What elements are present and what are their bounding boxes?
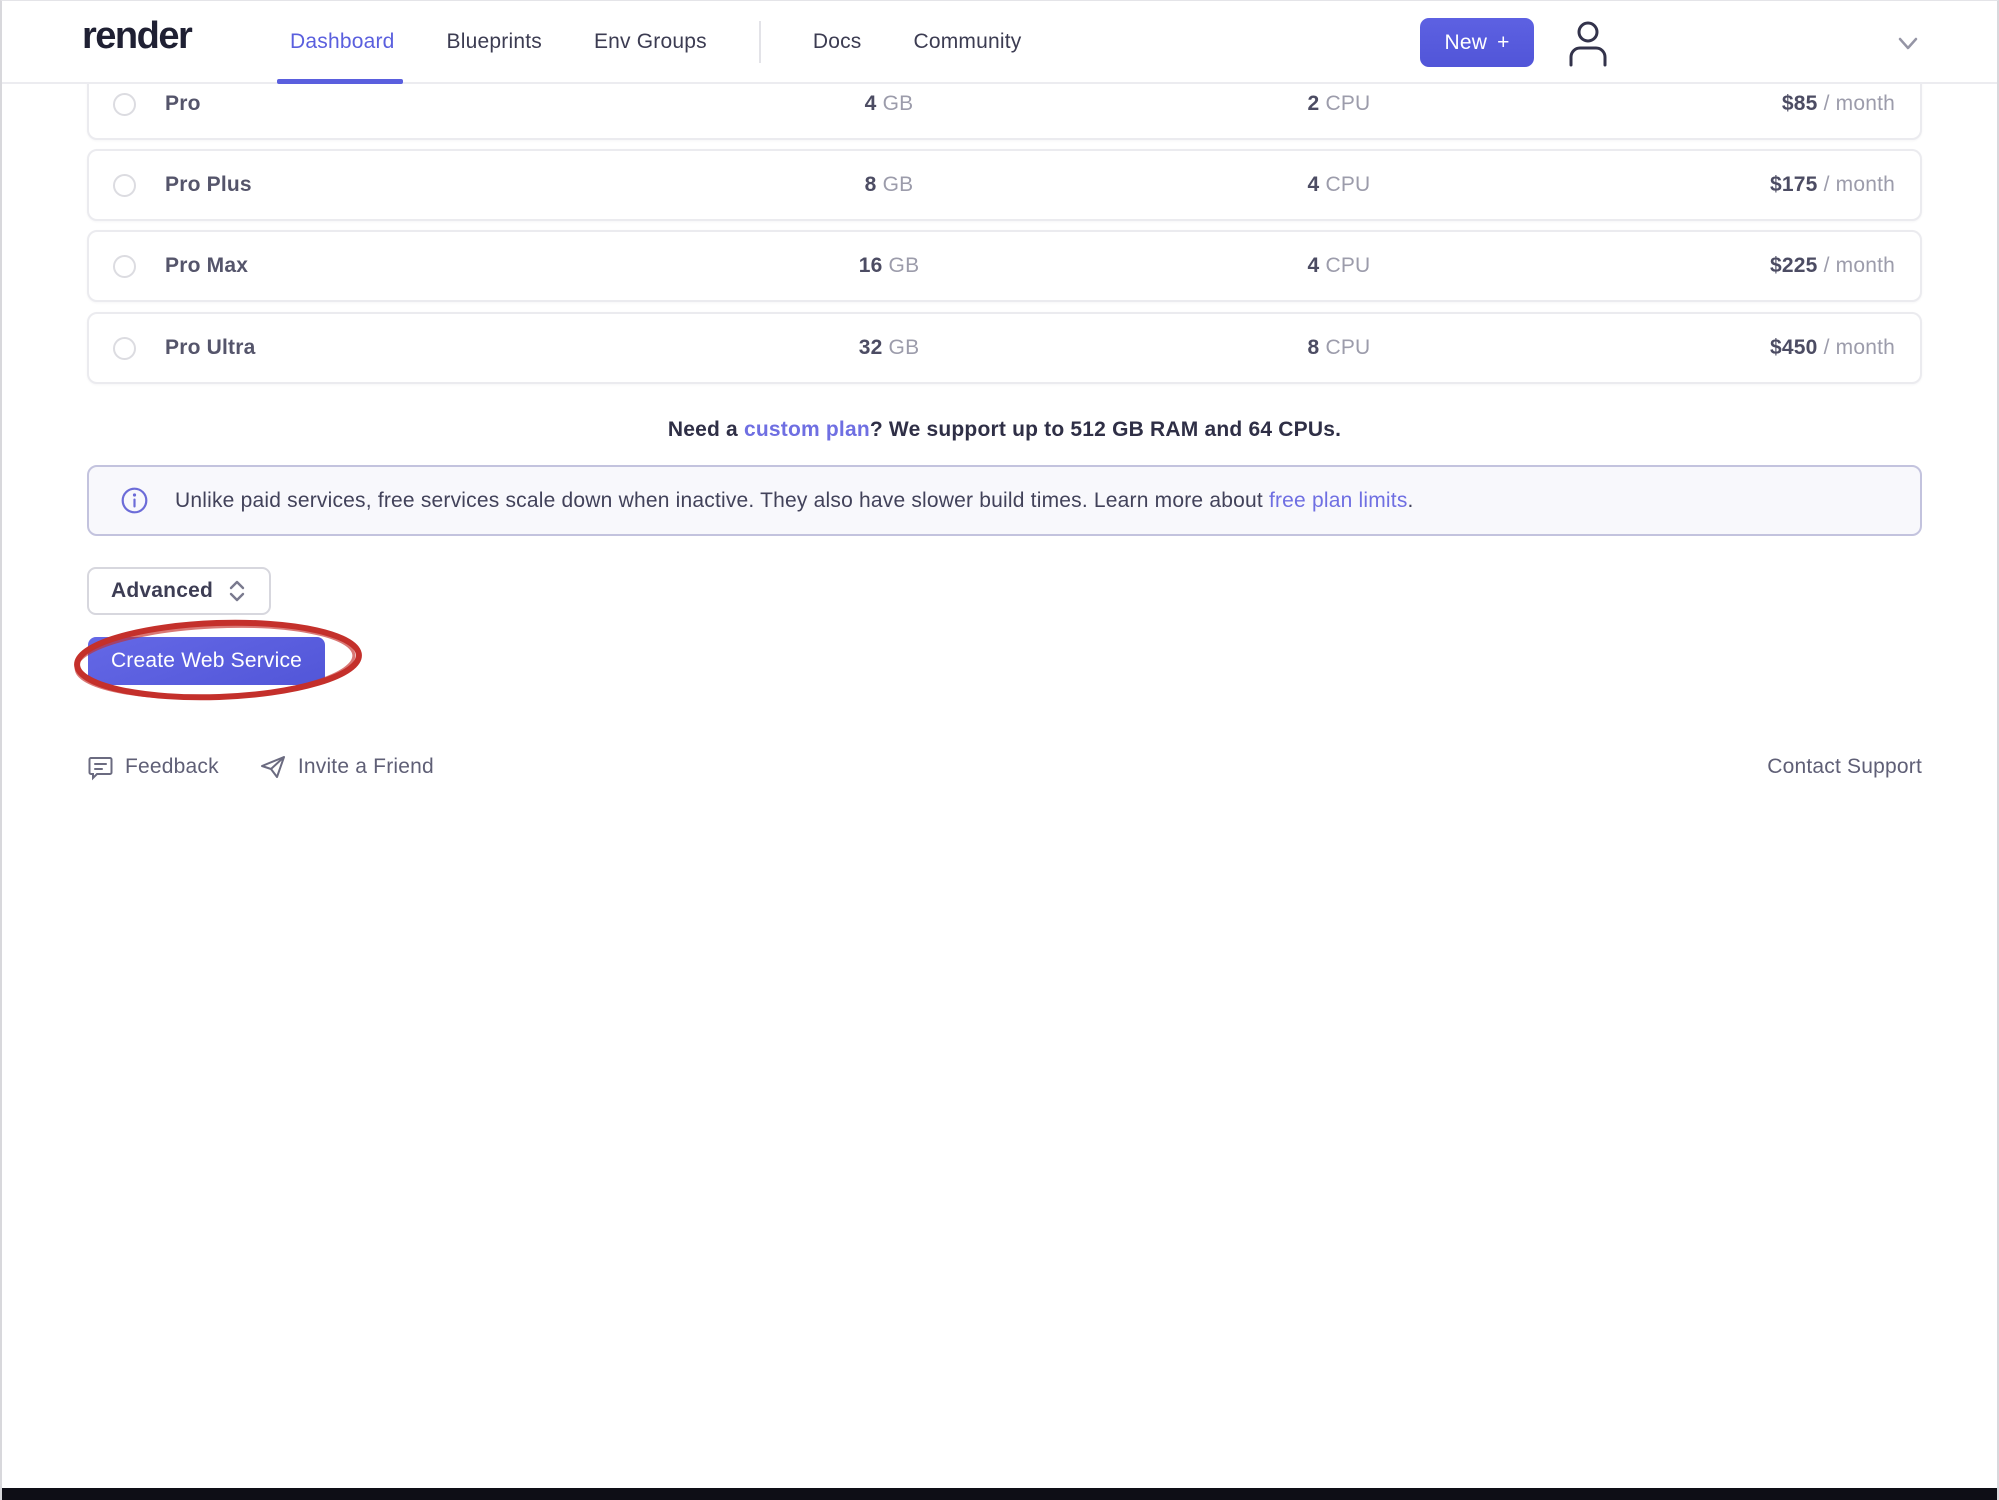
plan-price: $85 / month: [1782, 92, 1895, 116]
footer-left-links: Feedback Invite a Friend: [87, 753, 434, 781]
render-dashboard-page: render Dashboard Blueprints Env Groups D…: [0, 0, 1999, 1500]
plus-icon: +: [1497, 31, 1509, 55]
plan-cpu: 4 CPU: [1234, 254, 1444, 278]
price-unit: / month: [1824, 336, 1895, 359]
bottom-edge-bar: [2, 1488, 1997, 1500]
plan-ram: 4 GB: [784, 92, 994, 116]
plan-name: Pro Max: [165, 254, 248, 278]
feedback-label: Feedback: [125, 755, 219, 779]
plan-radio[interactable]: [113, 174, 136, 197]
info-period: .: [1408, 489, 1414, 512]
create-web-service-button[interactable]: Create Web Service: [88, 637, 325, 685]
plan-cpu: 4 CPU: [1234, 173, 1444, 197]
feedback-icon: [87, 754, 114, 781]
plan-ram: 8 GB: [784, 173, 994, 197]
contact-support-label: Contact Support: [1767, 755, 1922, 778]
plan-row-pro-max[interactable]: Pro Max 16 GB 4 CPU $225 / month: [87, 230, 1922, 302]
cpu-value: 4: [1308, 254, 1320, 277]
plan-ram: 32 GB: [784, 336, 994, 360]
plan-row-pro-plus[interactable]: Pro Plus 8 GB 4 CPU $175 / month: [87, 149, 1922, 221]
plan-name: Pro Plus: [165, 173, 252, 197]
nav-item-env-groups[interactable]: Env Groups: [594, 30, 707, 54]
cpu-unit: CPU: [1325, 254, 1370, 277]
ram-unit: GB: [883, 173, 914, 196]
cpu-unit: CPU: [1325, 336, 1370, 359]
cpu-value: 8: [1308, 336, 1320, 359]
nav-item-docs[interactable]: Docs: [813, 30, 862, 54]
price-unit: / month: [1824, 254, 1895, 277]
plan-radio[interactable]: [113, 337, 136, 360]
ram-unit: GB: [889, 254, 920, 277]
new-button-label: New: [1444, 31, 1487, 55]
new-button[interactable]: New +: [1420, 18, 1534, 67]
price-unit: / month: [1824, 173, 1895, 196]
free-plan-limits-link[interactable]: free plan limits: [1269, 489, 1408, 512]
unfold-icon: [227, 578, 247, 604]
plan-row-pro-ultra[interactable]: Pro Ultra 32 GB 8 CPU $450 / month: [87, 312, 1922, 384]
active-tab-underline: [277, 79, 403, 84]
plan-radio[interactable]: [113, 255, 136, 278]
contact-support-link[interactable]: Contact Support: [1767, 755, 1922, 779]
cpu-unit: CPU: [1325, 92, 1370, 115]
custom-plan-link[interactable]: custom plan: [744, 418, 870, 441]
plan-cpu: 2 CPU: [1234, 92, 1444, 116]
info-banner-text: Unlike paid services, free services scal…: [175, 489, 1414, 513]
create-button-label: Create Web Service: [111, 649, 302, 673]
price-value: $175: [1770, 173, 1818, 196]
free-plan-info-banner: Unlike paid services, free services scal…: [87, 465, 1922, 536]
workspace-chevron-down-icon[interactable]: [1892, 31, 1924, 57]
price-value: $85: [1782, 92, 1818, 115]
plan-radio[interactable]: [113, 93, 136, 116]
info-icon: [121, 487, 148, 514]
custom-plan-suffix: ? We support up to 512 GB RAM and 64 CPU…: [870, 418, 1341, 441]
ram-unit: GB: [889, 336, 920, 359]
ram-unit: GB: [883, 92, 914, 115]
custom-plan-note: Need a custom plan? We support up to 512…: [87, 418, 1922, 442]
nav-item-dashboard[interactable]: Dashboard: [290, 30, 395, 54]
info-text: Unlike paid services, free services scal…: [175, 489, 1269, 512]
price-value: $225: [1770, 254, 1818, 277]
price-unit: / month: [1824, 92, 1895, 115]
invite-friend-link[interactable]: Invite a Friend: [259, 753, 434, 781]
plan-ram: 16 GB: [784, 254, 994, 278]
ram-value: 32: [859, 336, 883, 359]
plan-price: $450 / month: [1770, 336, 1895, 360]
plan-price: $175 / month: [1770, 173, 1895, 197]
price-value: $450: [1770, 336, 1818, 359]
feedback-link[interactable]: Feedback: [87, 754, 219, 781]
plan-name: Pro Ultra: [165, 336, 256, 360]
ram-value: 4: [865, 92, 877, 115]
cpu-value: 2: [1308, 92, 1320, 115]
advanced-label: Advanced: [111, 579, 213, 603]
paper-plane-icon: [259, 753, 287, 781]
render-logo[interactable]: render: [82, 15, 191, 58]
nav-item-blueprints[interactable]: Blueprints: [447, 30, 542, 54]
custom-plan-prefix: Need a: [668, 418, 744, 441]
plan-price: $225 / month: [1770, 254, 1895, 278]
top-navigation-bar: render Dashboard Blueprints Env Groups D…: [2, 1, 1997, 84]
primary-nav: Dashboard Blueprints Env Groups Docs Com…: [290, 1, 1021, 82]
plan-cpu: 8 CPU: [1234, 336, 1444, 360]
user-avatar-icon[interactable]: [1567, 19, 1609, 67]
page-footer: Feedback Invite a Friend Contact Support: [87, 751, 1922, 783]
nav-divider: [759, 21, 761, 63]
ram-value: 16: [859, 254, 883, 277]
cpu-value: 4: [1308, 173, 1320, 196]
cpu-unit: CPU: [1325, 173, 1370, 196]
nav-item-community[interactable]: Community: [913, 30, 1021, 54]
plan-name: Pro: [165, 92, 201, 116]
invite-friend-label: Invite a Friend: [298, 755, 434, 779]
ram-value: 8: [865, 173, 877, 196]
advanced-toggle[interactable]: Advanced: [87, 567, 271, 615]
